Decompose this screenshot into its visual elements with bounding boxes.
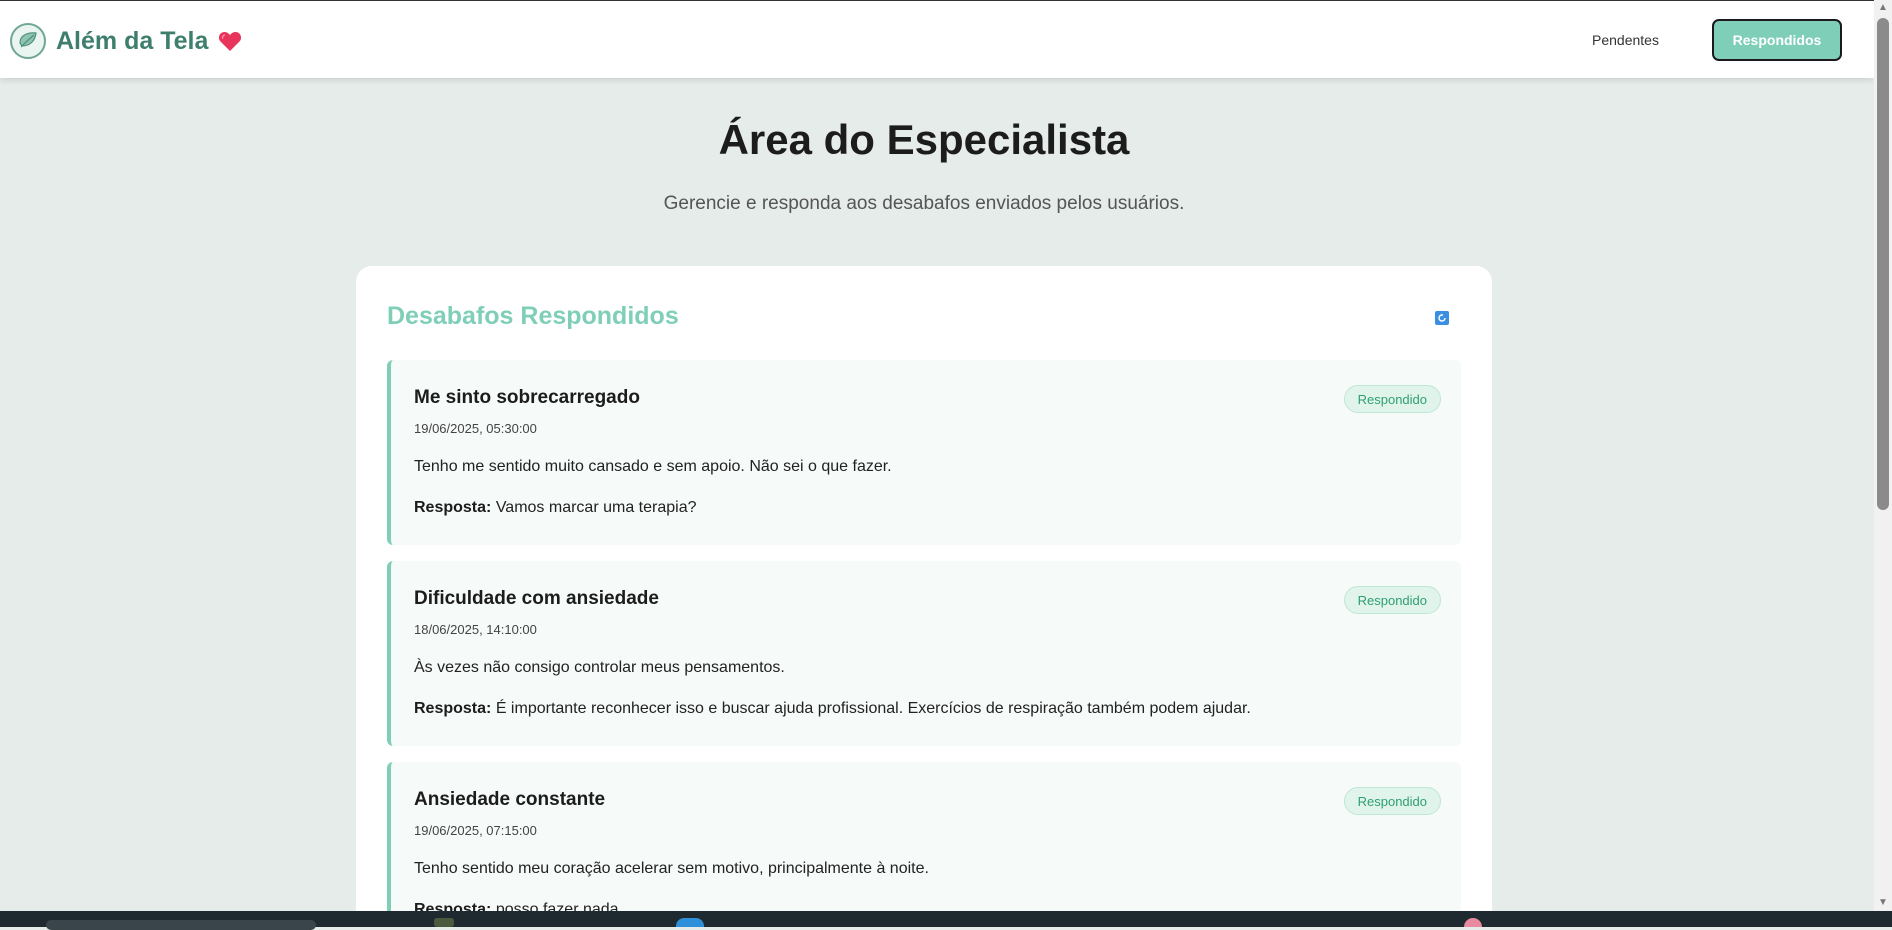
os-taskbar: [0, 911, 1892, 930]
leaf-logo-icon: [10, 23, 46, 59]
vertical-scrollbar[interactable]: ▲ ▼: [1874, 0, 1892, 911]
brand[interactable]: Além da Tela: [10, 23, 242, 59]
answer-label: Resposta:: [414, 901, 492, 911]
nav-answered-button[interactable]: Respondidos: [1712, 19, 1842, 61]
brand-name: Além da Tela: [56, 26, 209, 55]
heart-icon: [219, 31, 242, 51]
answer-text: É importante reconhecer isso e buscar aj…: [495, 700, 1251, 717]
card-message: Às vezes não consigo controlar meus pens…: [414, 659, 785, 676]
page-subtitle: Gerencie e responda aos desabafos enviad…: [663, 193, 1185, 214]
viewport: Além da Tela Pendentes Respondidos Área …: [0, 0, 1874, 911]
answer-text: Vamos marcar uma terapia?: [495, 499, 697, 516]
answer-text: posso fazer nada: [495, 901, 619, 911]
taskbar-tray-icon[interactable]: [1464, 918, 1482, 927]
card-date: 18/06/2025, 14:10:00: [414, 622, 537, 637]
list-item[interactable]: Ansiedade constante Respondido 19/06/202…: [387, 762, 1461, 911]
top-navbar: Além da Tela Pendentes Respondidos: [0, 0, 1874, 78]
answered-panel: Desabafos Respondidos Me sinto sobrecarr…: [356, 266, 1492, 911]
card-answer: Resposta: Vamos marcar uma terapia?: [414, 499, 696, 517]
card-date: 19/06/2025, 07:15:00: [414, 823, 537, 838]
nav-pending-link[interactable]: Pendentes: [1592, 29, 1659, 51]
taskbar-app-icon[interactable]: [676, 918, 704, 927]
scroll-thumb[interactable]: [1877, 18, 1889, 510]
taskbar-search[interactable]: [46, 920, 316, 930]
card-message: Tenho sentido meu coração acelerar sem m…: [414, 860, 929, 877]
scroll-up-arrow-icon[interactable]: ▲: [1874, 0, 1892, 16]
status-badge: Respondido: [1343, 787, 1441, 815]
card-title: Dificuldade com ansiedade: [414, 588, 659, 609]
card-title: Me sinto sobrecarregado: [414, 387, 640, 408]
card-title: Ansiedade constante: [414, 789, 606, 810]
answer-label: Resposta:: [414, 499, 492, 516]
status-badge: Respondido: [1343, 586, 1441, 614]
card-answer: Resposta: posso fazer nada: [414, 901, 619, 911]
status-badge: Respondido: [1343, 385, 1441, 413]
list-item[interactable]: Dificuldade com ansiedade Respondido 18/…: [387, 561, 1461, 746]
panel-title: Desabafos Respondidos: [387, 302, 679, 330]
card-answer: Resposta: É importante reconhecer isso e…: [414, 700, 1251, 718]
refresh-icon[interactable]: [1435, 311, 1449, 325]
answer-label: Resposta:: [414, 700, 492, 717]
list-item[interactable]: Me sinto sobrecarregado Respondido 19/06…: [387, 360, 1461, 545]
scroll-down-arrow-icon[interactable]: ▼: [1874, 895, 1892, 911]
page-title: Área do Especialista: [718, 116, 1130, 163]
card-message: Tenho me sentido muito cansado e sem apo…: [414, 458, 892, 475]
taskbar-app-icon[interactable]: [434, 918, 454, 927]
card-date: 19/06/2025, 05:30:00: [414, 421, 537, 436]
